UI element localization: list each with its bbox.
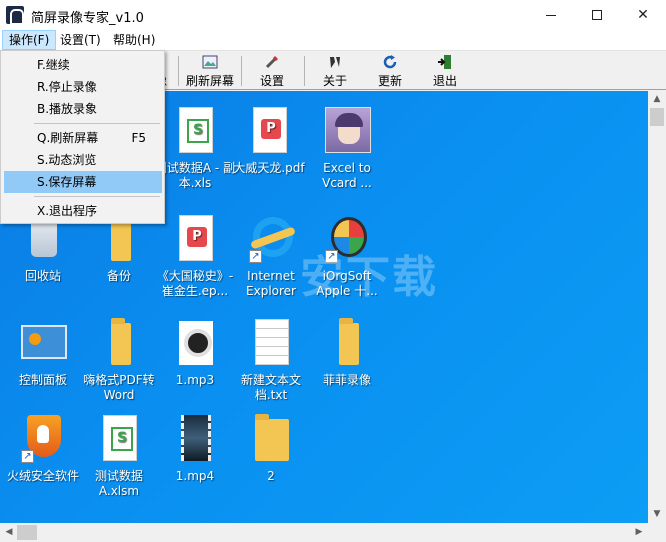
picture-icon	[202, 55, 218, 69]
spreadsheet-icon	[103, 415, 137, 461]
vertical-scroll-thumb[interactable]	[650, 108, 664, 126]
toolbar-separator	[178, 56, 179, 86]
menu-separator	[34, 196, 160, 197]
watermark: 安下载	[300, 252, 438, 303]
desktop-icon[interactable]: 嗨格式PDF转Word	[78, 318, 160, 403]
app-avatar-icon	[325, 107, 371, 153]
about-icon	[330, 57, 340, 68]
menu-bar: 操作(F) 设置(T) 帮助(H)	[0, 30, 666, 50]
horizontal-scrollbar[interactable]: ◀ ▶	[0, 523, 648, 542]
menu-item-save-screen[interactable]: S.保存屏幕	[4, 171, 162, 193]
scroll-right-icon[interactable]: ▶	[630, 524, 648, 541]
desktop-icon[interactable]: 测试数据A - 副本.xls	[154, 107, 236, 191]
tools-icon	[265, 56, 278, 69]
window-title: 简屏录像专家_v1.0	[31, 11, 144, 26]
close-button[interactable]: ✕	[620, 0, 666, 30]
pdf-icon	[253, 107, 287, 153]
horizontal-scroll-thumb[interactable]	[17, 525, 37, 540]
toolbar-exit-button[interactable]: 退出	[425, 54, 465, 88]
toolbar-about-button[interactable]: 关于	[315, 54, 355, 88]
desktop-icon[interactable]: 控制面板	[2, 319, 84, 388]
vertical-scrollbar[interactable]: ▲ ▼	[648, 91, 666, 523]
desktop-icon[interactable]: 菲菲录像	[306, 318, 388, 388]
toolbar-update-button[interactable]: 更新	[370, 54, 410, 88]
toolbar-separator	[304, 56, 305, 86]
scroll-down-icon[interactable]: ▼	[648, 506, 666, 523]
desktop-icon[interactable]: 2	[230, 414, 312, 484]
toolbar-separator	[241, 56, 242, 86]
desktop-icon[interactable]: 新建文本文档.txt	[230, 319, 312, 403]
folder-icon	[339, 318, 359, 365]
text-file-icon	[255, 319, 289, 365]
desktop-icon[interactable]: 1.mp3	[154, 319, 236, 388]
folder-icon	[255, 414, 289, 461]
menu-operate[interactable]: 操作(F)	[2, 30, 57, 50]
operate-menu-dropdown: F.继续 R.停止录像 B.播放录象 Q.刷新屏幕 F5 S.动态浏览 S.保存屏…	[0, 50, 165, 224]
desktop-icon[interactable]: 回收站	[2, 215, 84, 284]
desktop-icon[interactable]: ↗ 火绒安全软件	[2, 415, 84, 484]
video-file-icon	[181, 415, 211, 461]
minimize-button[interactable]	[528, 0, 574, 30]
folder-icon	[111, 214, 131, 261]
scrollbar-corner	[648, 523, 666, 542]
desktop-icon[interactable]: 《大国秘史》- 崔金生.ep...	[154, 215, 236, 299]
maximize-button[interactable]	[574, 0, 620, 30]
toolbar-settings-button[interactable]: 设置	[252, 54, 292, 88]
desktop-icon[interactable]: 备份	[78, 214, 160, 284]
menu-help[interactable]: 帮助(H)	[107, 30, 161, 50]
spreadsheet-icon	[179, 107, 213, 153]
menu-separator	[34, 123, 160, 124]
scroll-left-icon[interactable]: ◀	[0, 524, 18, 541]
audio-file-icon	[179, 321, 213, 365]
toolbar-refresh-screen-button[interactable]: 刷新屏幕	[183, 54, 237, 88]
menu-item-continue[interactable]: F.继续	[4, 54, 162, 76]
menu-item-stop-recording[interactable]: R.停止录像	[4, 76, 162, 98]
close-icon: ✕	[637, 7, 649, 23]
app-icon	[6, 6, 24, 25]
exit-icon	[438, 55, 451, 69]
maximize-icon	[592, 10, 602, 20]
minimize-icon	[546, 15, 556, 16]
desktop-icon[interactable]: Excel to Vcard ...	[306, 107, 388, 191]
desktop-icon[interactable]: 测试数据A.xlsm	[78, 415, 160, 499]
menu-settings[interactable]: 设置(T)	[54, 30, 107, 50]
epub-icon	[179, 215, 213, 261]
desktop-icon[interactable]: 1.mp4	[154, 415, 236, 484]
control-panel-icon	[21, 325, 67, 359]
menu-item-dynamic-browse[interactable]: S.动态浏览	[4, 149, 162, 171]
folder-icon	[111, 318, 131, 365]
title-bar: 简屏录像专家_v1.0 ✕	[0, 0, 666, 30]
menu-item-refresh-screen[interactable]: Q.刷新屏幕 F5	[4, 127, 162, 149]
menu-item-play-recording[interactable]: B.播放录象	[4, 98, 162, 120]
scroll-up-icon[interactable]: ▲	[648, 91, 666, 108]
refresh-icon	[383, 55, 397, 69]
shortcut-arrow-icon: ↗	[21, 450, 34, 463]
menu-item-exit-program[interactable]: X.退出程序	[4, 200, 162, 222]
desktop-icon[interactable]: 大威天龙.pdf	[228, 107, 310, 176]
shortcut-arrow-icon: ↗	[249, 250, 262, 263]
